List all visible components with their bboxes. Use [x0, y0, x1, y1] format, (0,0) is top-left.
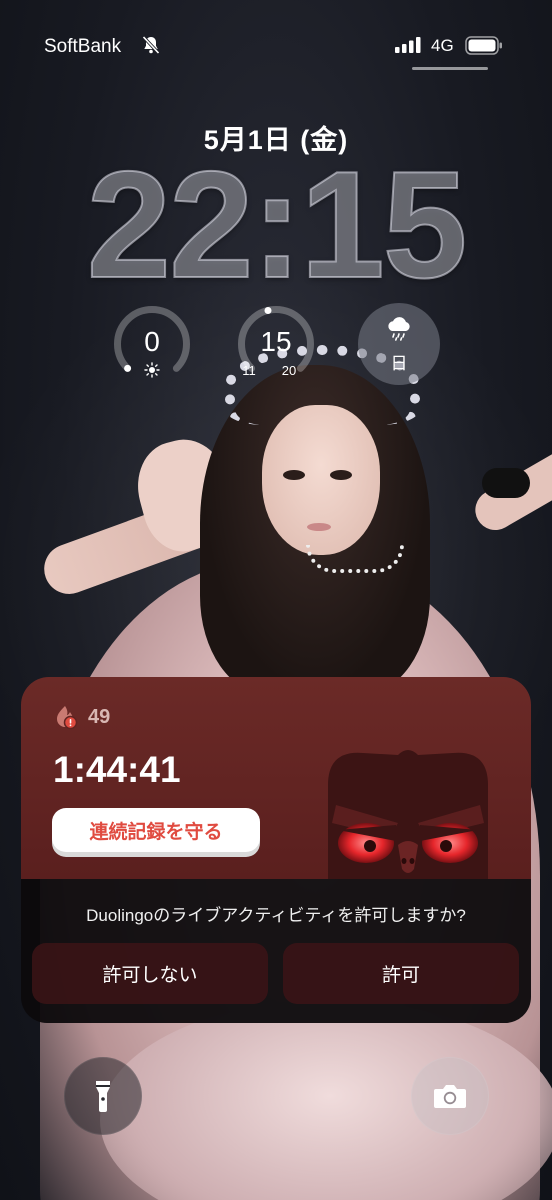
deny-button[interactable]: 許可しない — [32, 943, 268, 1004]
camera-button[interactable] — [411, 1057, 489, 1135]
angry-owl-icon — [328, 750, 488, 879]
max-temperature: 20 — [281, 363, 297, 378]
bell-slash-icon — [142, 35, 160, 55]
streak-timer: 1:44:41 — [53, 749, 181, 790]
cellular-signal-icon — [395, 37, 421, 53]
wallpaper-face — [262, 405, 380, 555]
wallpaper-eye — [283, 470, 305, 480]
streak-row: 49 — [53, 704, 110, 730]
cloud-rain-icon — [388, 317, 410, 341]
wallpaper-lips — [307, 523, 331, 531]
allow-button[interactable]: 許可 — [283, 943, 519, 1004]
min-temperature: 11 — [242, 363, 256, 378]
status-bar: SoftBank 4G — [0, 0, 552, 90]
live-activity-permission-prompt: Duolingoのライブアクティビティを許可しますか? 許可しない 許可 — [21, 879, 531, 1023]
camera-icon — [434, 1085, 466, 1108]
permission-message: Duolingoのライブアクティビティを許可しますか? — [86, 906, 466, 925]
weather-widget[interactable]: 日 — [358, 303, 440, 385]
uv-index-widget[interactable]: 0 — [111, 303, 193, 385]
network-type: 4G — [431, 36, 454, 55]
control-center-indicator[interactable] — [412, 67, 488, 70]
wallpaper-eye — [330, 470, 352, 480]
wallpaper-microphone — [482, 468, 530, 498]
uv-index-value: 0 — [144, 326, 160, 357]
current-temperature: 15 — [260, 326, 292, 357]
carrier-name: SoftBank — [44, 36, 122, 57]
temperature-widget[interactable]: 15 11 20 — [235, 303, 317, 385]
streak-count: 49 — [88, 705, 111, 728]
flashlight-button[interactable] — [64, 1057, 142, 1135]
weather-label: 日 — [390, 354, 408, 373]
live-activity-card[interactable]: 49 1:44:41 連続記録を守る — [21, 677, 531, 879]
battery-icon — [465, 36, 502, 55]
flashlight-icon — [96, 1081, 110, 1112]
wallpaper-necklace — [306, 545, 404, 573]
streak-flame-alert-icon — [57, 706, 78, 730]
lock-screen-clock: 22:15 — [86, 140, 469, 310]
keep-streak-button[interactable]: 連続記録を守る — [52, 808, 260, 852]
sun-icon — [144, 362, 160, 378]
